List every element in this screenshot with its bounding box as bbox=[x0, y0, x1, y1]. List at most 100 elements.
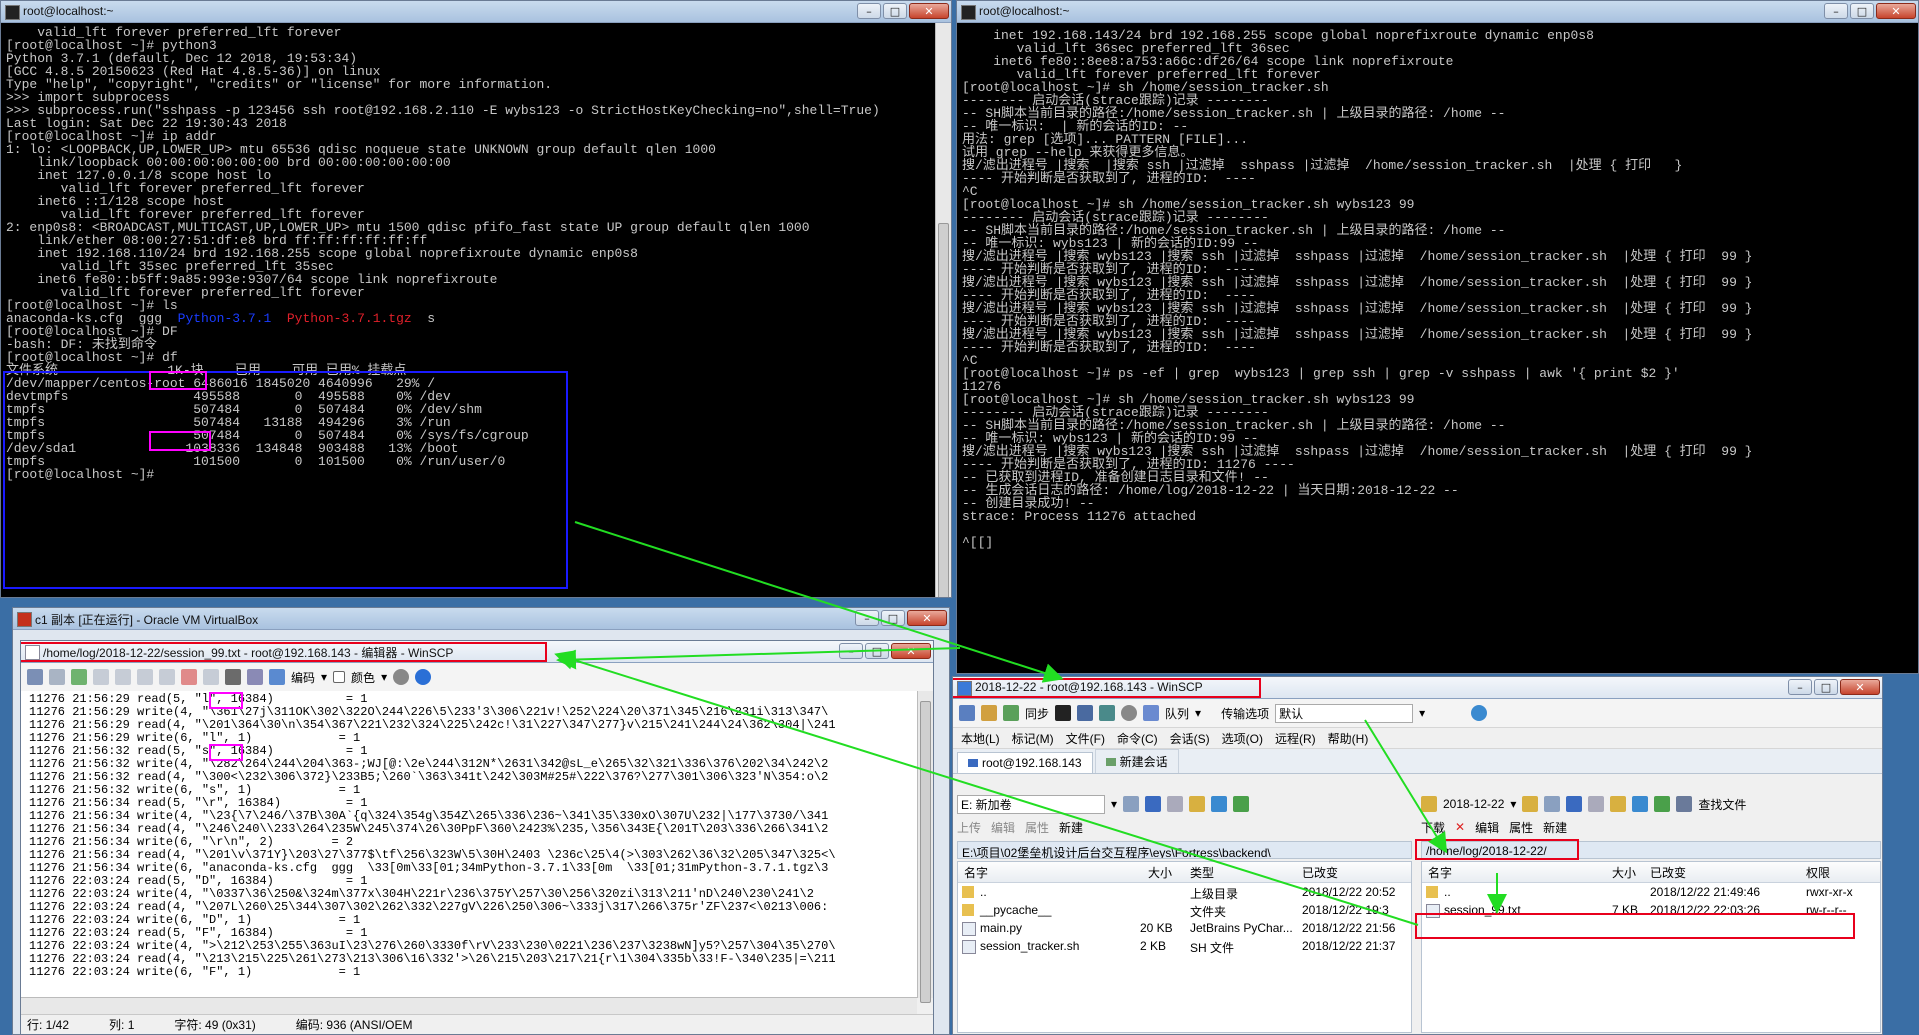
editor-text-area[interactable]: 11276 21:56:29 read(5, "l", 16384) = 1 11… bbox=[21, 691, 917, 998]
new-button[interactable]: 新建 bbox=[1543, 819, 1567, 836]
undo-icon[interactable] bbox=[181, 669, 197, 685]
find-files-icon[interactable] bbox=[1676, 796, 1693, 812]
minimize-button[interactable]: – bbox=[1788, 679, 1812, 695]
delete-icon[interactable] bbox=[159, 669, 175, 685]
file-row[interactable]: .. 上级目录 2018/12/22 20:52 bbox=[958, 883, 1411, 901]
queue-button[interactable]: 队列 bbox=[1165, 705, 1189, 722]
encoding-menu[interactable]: 编码 bbox=[291, 669, 315, 686]
maximize-button[interactable]: □ bbox=[865, 643, 889, 659]
properties-button[interactable]: 属性 bbox=[1025, 819, 1049, 836]
file-row[interactable]: session_tracker.sh 2 KB SH 文件 2018/12/22 21… bbox=[958, 937, 1411, 955]
terminal-right-window[interactable]: root@localhost:~ – □ ✕ inet 192.168.143/… bbox=[956, 0, 1919, 674]
terminal-left-window[interactable]: root@localhost:~ – □ ✕ valid_lft forever… bbox=[0, 0, 952, 598]
menu-item[interactable]: 选项(O) bbox=[1222, 730, 1263, 747]
sync-icon[interactable] bbox=[1003, 705, 1019, 721]
upload-button[interactable]: 上传 bbox=[957, 819, 981, 836]
maximize-button[interactable]: □ bbox=[881, 610, 905, 626]
edit-button[interactable]: 编辑 bbox=[1475, 819, 1499, 836]
new-button[interactable]: 新建 bbox=[1059, 819, 1083, 836]
refresh-icon[interactable] bbox=[71, 669, 87, 685]
terminal-right-titlebar[interactable]: root@localhost:~ – □ ✕ bbox=[957, 1, 1918, 23]
remote-folder-select[interactable]: 2018-12-22 bbox=[1443, 797, 1504, 811]
menu-item[interactable]: 本地(L) bbox=[961, 730, 1000, 747]
file-row[interactable]: main.py 20 KB JetBrains PyChar... 2018/12/2… bbox=[958, 919, 1411, 937]
menu-item[interactable]: 标记(M) bbox=[1012, 730, 1054, 747]
close-button[interactable]: ✕ bbox=[907, 610, 947, 626]
forward-icon[interactable] bbox=[1588, 796, 1605, 812]
maximize-button[interactable]: □ bbox=[1814, 679, 1838, 695]
minimize-button[interactable]: – bbox=[857, 3, 881, 19]
tab-session[interactable]: root@192.168.143 bbox=[957, 752, 1093, 773]
sync-dirs-icon[interactable] bbox=[981, 705, 997, 721]
save-icon[interactable] bbox=[27, 669, 43, 685]
editor-hscroll[interactable] bbox=[21, 997, 917, 1014]
home-icon[interactable] bbox=[1211, 796, 1228, 812]
col-modified[interactable]: 已改变 bbox=[1302, 864, 1338, 881]
col-type[interactable]: 类型 bbox=[1190, 864, 1214, 881]
filter-icon[interactable] bbox=[1544, 796, 1561, 812]
console-icon[interactable] bbox=[1055, 705, 1072, 721]
paste-icon[interactable] bbox=[137, 669, 153, 685]
col-size[interactable]: 大小 bbox=[1612, 864, 1636, 881]
winscp-window[interactable]: 2018-12-22 - root@192.168.143 - WinSCP –… bbox=[952, 676, 1883, 1035]
print-icon[interactable] bbox=[49, 669, 65, 685]
menu-item[interactable]: 文件(F) bbox=[1066, 730, 1105, 747]
col-modified[interactable]: 已改变 bbox=[1650, 864, 1686, 881]
gear-icon[interactable] bbox=[1121, 705, 1138, 721]
forward-icon[interactable] bbox=[1167, 796, 1184, 812]
help-icon[interactable] bbox=[415, 669, 432, 685]
find-icon[interactable] bbox=[225, 669, 241, 685]
cut-icon[interactable] bbox=[115, 669, 131, 685]
globe-icon[interactable] bbox=[1471, 705, 1488, 721]
find-files-button[interactable]: 查找文件 bbox=[1698, 796, 1746, 813]
editor-scrollbar[interactable] bbox=[917, 691, 933, 1003]
edit-button[interactable]: 编辑 bbox=[991, 819, 1015, 836]
minimize-button[interactable]: – bbox=[855, 610, 879, 626]
maximize-button[interactable]: □ bbox=[883, 3, 907, 19]
minimize-button[interactable]: – bbox=[1824, 3, 1848, 19]
transfer-options-select[interactable]: 默认 bbox=[1275, 703, 1414, 723]
queue-icon[interactable] bbox=[1143, 705, 1160, 721]
menu-item[interactable]: 远程(R) bbox=[1275, 730, 1316, 747]
close-button[interactable]: ✕ bbox=[891, 643, 931, 659]
local-path[interactable]: E:\项目\02堡垒机设计后台交互程序\eys\Fortress\backend… bbox=[957, 841, 1412, 859]
folder-open-icon[interactable] bbox=[1522, 796, 1539, 812]
folder-up-icon[interactable] bbox=[1189, 796, 1206, 812]
virtualbox-titlebar[interactable]: c1 副本 [正在运行] - Oracle VM VirtualBox – □ … bbox=[13, 608, 949, 630]
close-button[interactable]: ✕ bbox=[1876, 3, 1916, 19]
download-button[interactable]: 下载 bbox=[1421, 819, 1445, 836]
drive-select[interactable]: E: 新加卷 bbox=[957, 794, 1105, 814]
close-button[interactable]: ✕ bbox=[909, 3, 949, 19]
copy-icon[interactable] bbox=[93, 669, 109, 685]
compare-icon[interactable] bbox=[959, 705, 975, 721]
sync-button[interactable]: 同步 bbox=[1025, 705, 1049, 722]
goto-icon[interactable] bbox=[269, 669, 285, 685]
menu-item[interactable]: 帮助(H) bbox=[1328, 730, 1369, 747]
putty-icon[interactable] bbox=[1077, 705, 1094, 721]
file-row[interactable]: __pycache__ 文件夹 2018/12/22 19:3 bbox=[958, 901, 1411, 919]
settings-icon[interactable] bbox=[393, 669, 410, 685]
folder-up-icon[interactable] bbox=[1610, 796, 1627, 812]
refresh-icon[interactable] bbox=[1233, 796, 1250, 812]
file-row[interactable]: .. 2018/12/22 21:49:46 rwxr-xr-x bbox=[1422, 883, 1880, 901]
col-name[interactable]: 名字 bbox=[1428, 864, 1452, 881]
col-name[interactable]: 名字 bbox=[964, 864, 988, 881]
close-icon[interactable]: ✕ bbox=[1455, 820, 1465, 834]
local-file-list[interactable]: 名字 大小 类型 已改变 .. 上级目录 2018/12/22 20:52 __pyc… bbox=[957, 861, 1412, 1033]
terminal-right-output[interactable]: inet 192.168.143/24 brd 192.168.255 scop… bbox=[957, 23, 1918, 673]
terminal-icon[interactable] bbox=[1099, 705, 1116, 721]
maximize-button[interactable]: □ bbox=[1850, 3, 1874, 19]
replace-icon[interactable] bbox=[247, 669, 263, 685]
col-perms[interactable]: 权限 bbox=[1806, 864, 1830, 881]
terminal-left-scrollbar[interactable] bbox=[935, 23, 951, 597]
winscp-editor-window[interactable]: /home/log/2018-12-22/session_99.txt - ro… bbox=[20, 640, 934, 1035]
back-icon[interactable] bbox=[1145, 796, 1162, 812]
refresh-icon[interactable] bbox=[1654, 796, 1671, 812]
filter-icon[interactable] bbox=[1123, 796, 1140, 812]
color-menu[interactable]: 颜色 bbox=[351, 669, 375, 686]
home-icon[interactable] bbox=[1632, 796, 1649, 812]
checkbox-icon[interactable] bbox=[333, 671, 346, 683]
minimize-button[interactable]: – bbox=[839, 643, 863, 659]
remote-file-list[interactable]: 名字 大小 已改变 权限 .. 2018/12/22 21:49:46 rwxr-x… bbox=[1421, 861, 1881, 1033]
tab-new-session[interactable]: 新建会话 bbox=[1094, 749, 1179, 773]
